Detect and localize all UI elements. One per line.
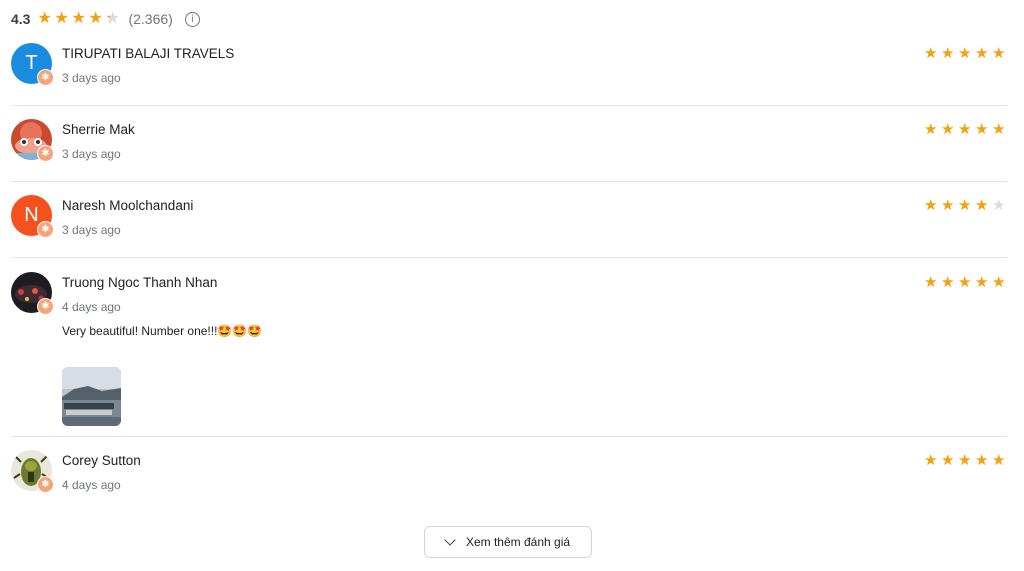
star-icon: ★★ [924, 452, 938, 469]
review-count: (2.366) [128, 11, 173, 27]
load-more-reviews-button[interactable]: Xem thêm đánh giá [424, 526, 592, 558]
review-date: 3 days ago [62, 147, 121, 161]
average-rating-stars: ★★★★★★★★★★ [37, 11, 122, 27]
star-icon: ★★ [975, 274, 989, 291]
review-stars: ★★★★★★★★★★ [922, 198, 1007, 213]
star-icon: ★★ [924, 45, 938, 62]
local-guide-badge-icon: ✱ [37, 221, 54, 238]
star-icon: ★★ [975, 452, 989, 469]
star-icon: ★★ [924, 274, 938, 291]
reviewer-name[interactable]: Sherrie Mak [62, 122, 135, 137]
review-item: ✱ Truong Ngoc Thanh Nhan 4 days ago ★ ★ ★ ★… [11, 272, 1007, 437]
star-icon: ★★ [992, 45, 1006, 62]
review-text: Very beautiful! Number one!!!🤩🤩🤩 [62, 324, 263, 338]
info-icon[interactable]: i [184, 11, 200, 27]
star-icon: ★★ [941, 274, 955, 291]
review-date: 3 days ago [62, 223, 121, 237]
star-icon: ★★ [105, 10, 120, 27]
reviewer-name[interactable]: Corey Sutton [62, 453, 141, 468]
review-stars: ★★★★★★★★★★ [922, 275, 1007, 290]
star-icon: ★★ [37, 10, 52, 27]
reviewer-name[interactable]: TIRUPATI BALAJI TRAVELS [62, 46, 234, 61]
star-icon: ★★ [88, 10, 103, 27]
star-icon: ★★ [958, 452, 972, 469]
reviewer-name[interactable]: Naresh Moolchandani [62, 198, 193, 213]
star-icon: ★★ [941, 197, 955, 214]
rating-summary: 4.3 ★★★★★★★★★★ (2.366) i [11, 9, 200, 29]
reviewer-name[interactable]: Truong Ngoc Thanh Nhan [62, 275, 217, 290]
star-icon: ★★ [924, 197, 938, 214]
review-stars: ★★★★★★★★★★ [922, 453, 1007, 468]
star-icon: ★★ [992, 197, 1006, 214]
review-item: ✱ Corey Sutton 4 days ago ★ ★ ★ ★ ★ ★ ★ ★ ★ ★ [11, 450, 1007, 510]
star-icon: ★★ [992, 121, 1006, 138]
review-stars: ★★★★★★★★★★ [922, 46, 1007, 61]
reviews-panel: 4.3 ★★★★★★★★★★ (2.366) i T ✱ TIRUPATI BA… [0, 0, 1024, 571]
star-icon: ★★ [958, 197, 972, 214]
local-guide-badge-icon: ✱ [37, 69, 54, 86]
local-guide-badge-icon: ✱ [37, 476, 54, 493]
load-more-label: Xem thêm đánh giá [465, 535, 571, 549]
local-guide-badge-icon: ✱ [37, 298, 54, 315]
star-icon: ★★ [941, 45, 955, 62]
star-icon: ★★ [992, 274, 1006, 291]
review-photo[interactable] [62, 367, 121, 426]
review-item: T ✱ TIRUPATI BALAJI TRAVELS 3 days ago ★… [11, 43, 1007, 106]
chevron-down-icon [444, 533, 456, 546]
star-icon: ★★ [975, 121, 989, 138]
star-icon: ★★ [992, 452, 1006, 469]
average-rating: 4.3 [11, 11, 31, 27]
star-icon: ★★ [958, 121, 972, 138]
star-icon: ★★ [54, 10, 69, 27]
star-icon: ★★ [941, 121, 955, 138]
star-icon: ★★ [941, 452, 955, 469]
review-date: 4 days ago [62, 300, 121, 314]
review-item: N ✱ Naresh Moolchandani 3 days ago ★ ★ ★ ★ ★… [11, 195, 1007, 258]
star-icon: ★★ [958, 45, 972, 62]
review-date: 4 days ago [62, 478, 121, 492]
star-icon: ★★ [71, 10, 86, 27]
review-stars: ★★★★★★★★★★ [922, 122, 1007, 137]
local-guide-badge-icon: ✱ [37, 145, 54, 162]
star-icon: ★★ [975, 197, 989, 214]
star-icon: ★★ [958, 274, 972, 291]
review-date: 3 days ago [62, 71, 121, 85]
star-icon: ★★ [975, 45, 989, 62]
review-item: ✱ Sherrie Mak 3 days ago ★ ★ ★ ★ ★ ★ ★ ★ ★ ★ [11, 119, 1007, 182]
star-icon: ★★ [924, 121, 938, 138]
